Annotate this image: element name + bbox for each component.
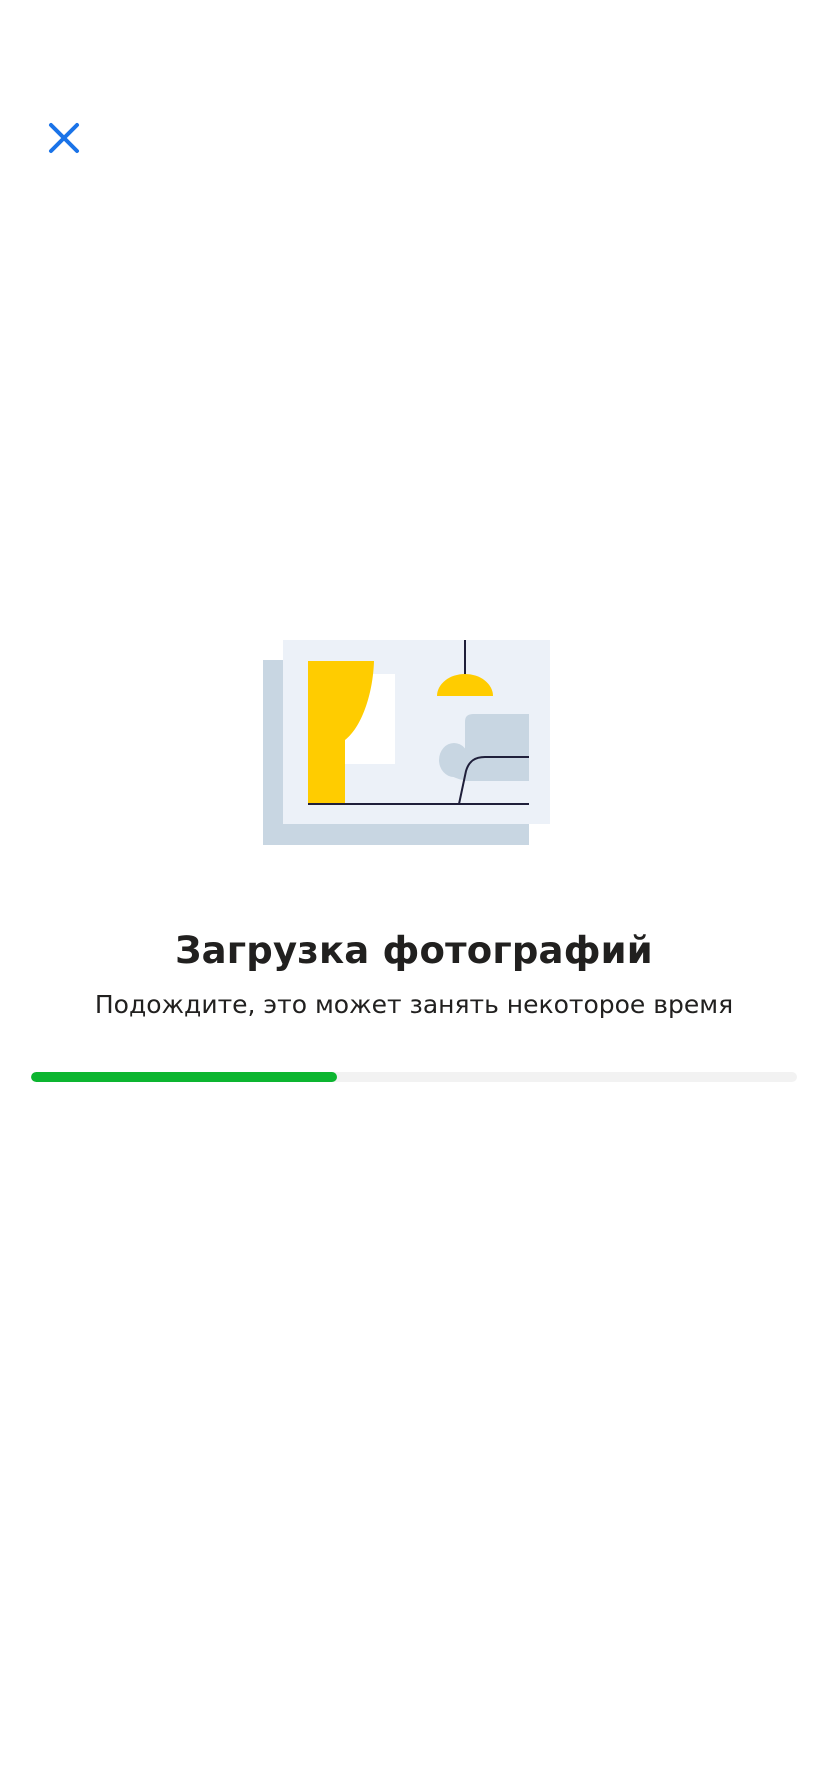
page-title: Загрузка фотографий [175, 929, 653, 972]
close-button[interactable] [40, 114, 88, 162]
upload-progress-fill [31, 1072, 338, 1082]
close-icon [49, 123, 79, 153]
page-subtitle: Подождите, это может занять некоторое вр… [94, 990, 734, 1019]
upload-screen: Загрузка фотографий Подождите, это может… [0, 0, 828, 1792]
room-photo-illustration [263, 640, 551, 845]
upload-progress-bar [31, 1072, 797, 1082]
